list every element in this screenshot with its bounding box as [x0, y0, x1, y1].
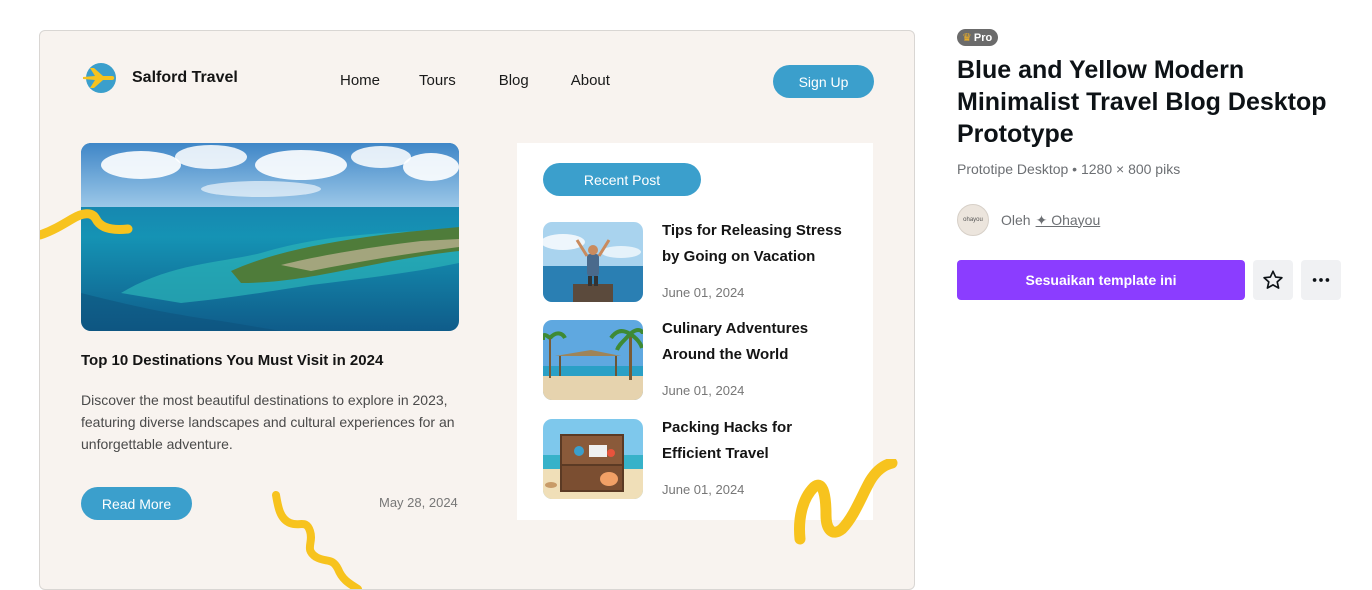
featured-title[interactable]: Top 10 Destinations You Must Visit in 20…	[81, 352, 383, 369]
nav-item-blog[interactable]: Blog	[499, 72, 529, 89]
nav-item-home[interactable]: Home	[340, 72, 380, 89]
brand: Salford Travel	[81, 62, 238, 94]
squiggle-decoration	[794, 459, 898, 545]
avatar-text: ohayou	[963, 217, 983, 223]
customize-template-button[interactable]: Sesuaikan template ini	[957, 260, 1245, 300]
template-title: Blue and Yellow Modern Minimalist Travel…	[957, 56, 1327, 148]
nav-item-about[interactable]: About	[571, 72, 610, 89]
recent-post-heading: Recent Post	[543, 163, 701, 196]
post-title: Culinary Adventures Around the World	[662, 320, 809, 363]
author-prefix: Oleh	[1001, 212, 1031, 228]
recent-post-item[interactable]: Culinary Adventures Around the World Jun…	[543, 320, 853, 400]
post-thumbnail	[543, 222, 643, 302]
post-thumbnail	[543, 320, 643, 400]
pro-badge: ♛ Pro	[957, 29, 999, 46]
author-row: ohayou Oleh ✦ Ohayou	[957, 204, 1100, 236]
crown-icon: ♛	[962, 32, 972, 44]
template-meta: Prototipe Desktop • 1280 × 800 piks	[957, 161, 1181, 177]
squiggle-decoration	[272, 491, 362, 589]
more-options-button[interactable]	[1301, 260, 1341, 300]
post-date: June 01, 2024	[662, 383, 745, 398]
template-preview[interactable]: Salford Travel Home Tours Blog About Sig…	[39, 30, 915, 590]
favorite-button[interactable]	[1253, 260, 1293, 300]
avatar[interactable]: ohayou	[957, 204, 989, 236]
pro-label: Pro	[973, 31, 993, 44]
hero-image	[81, 143, 459, 331]
top-nav: Home Tours Blog About	[340, 72, 610, 89]
nav-item-tours[interactable]: Tours	[419, 72, 456, 89]
post-title: Tips for Releasing Stress by Going on Va…	[662, 222, 842, 265]
author-link[interactable]: ✦ Ohayou	[1036, 212, 1101, 229]
recent-post-item[interactable]: Tips for Releasing Stress by Going on Va…	[543, 222, 853, 302]
post-date: June 01, 2024	[662, 285, 745, 300]
squiggle-decoration	[40, 209, 133, 240]
post-thumbnail	[543, 419, 643, 499]
post-date: June 01, 2024	[662, 482, 745, 497]
sign-up-button[interactable]: Sign Up	[773, 65, 874, 98]
airplane-icon	[81, 62, 119, 94]
more-icon	[1312, 278, 1330, 282]
read-more-button[interactable]: Read More	[81, 487, 192, 520]
star-icon	[1263, 270, 1283, 289]
brand-name: Salford Travel	[132, 69, 238, 86]
featured-date: May 28, 2024	[379, 495, 458, 510]
featured-description: Discover the most beautiful destinations…	[81, 392, 455, 452]
